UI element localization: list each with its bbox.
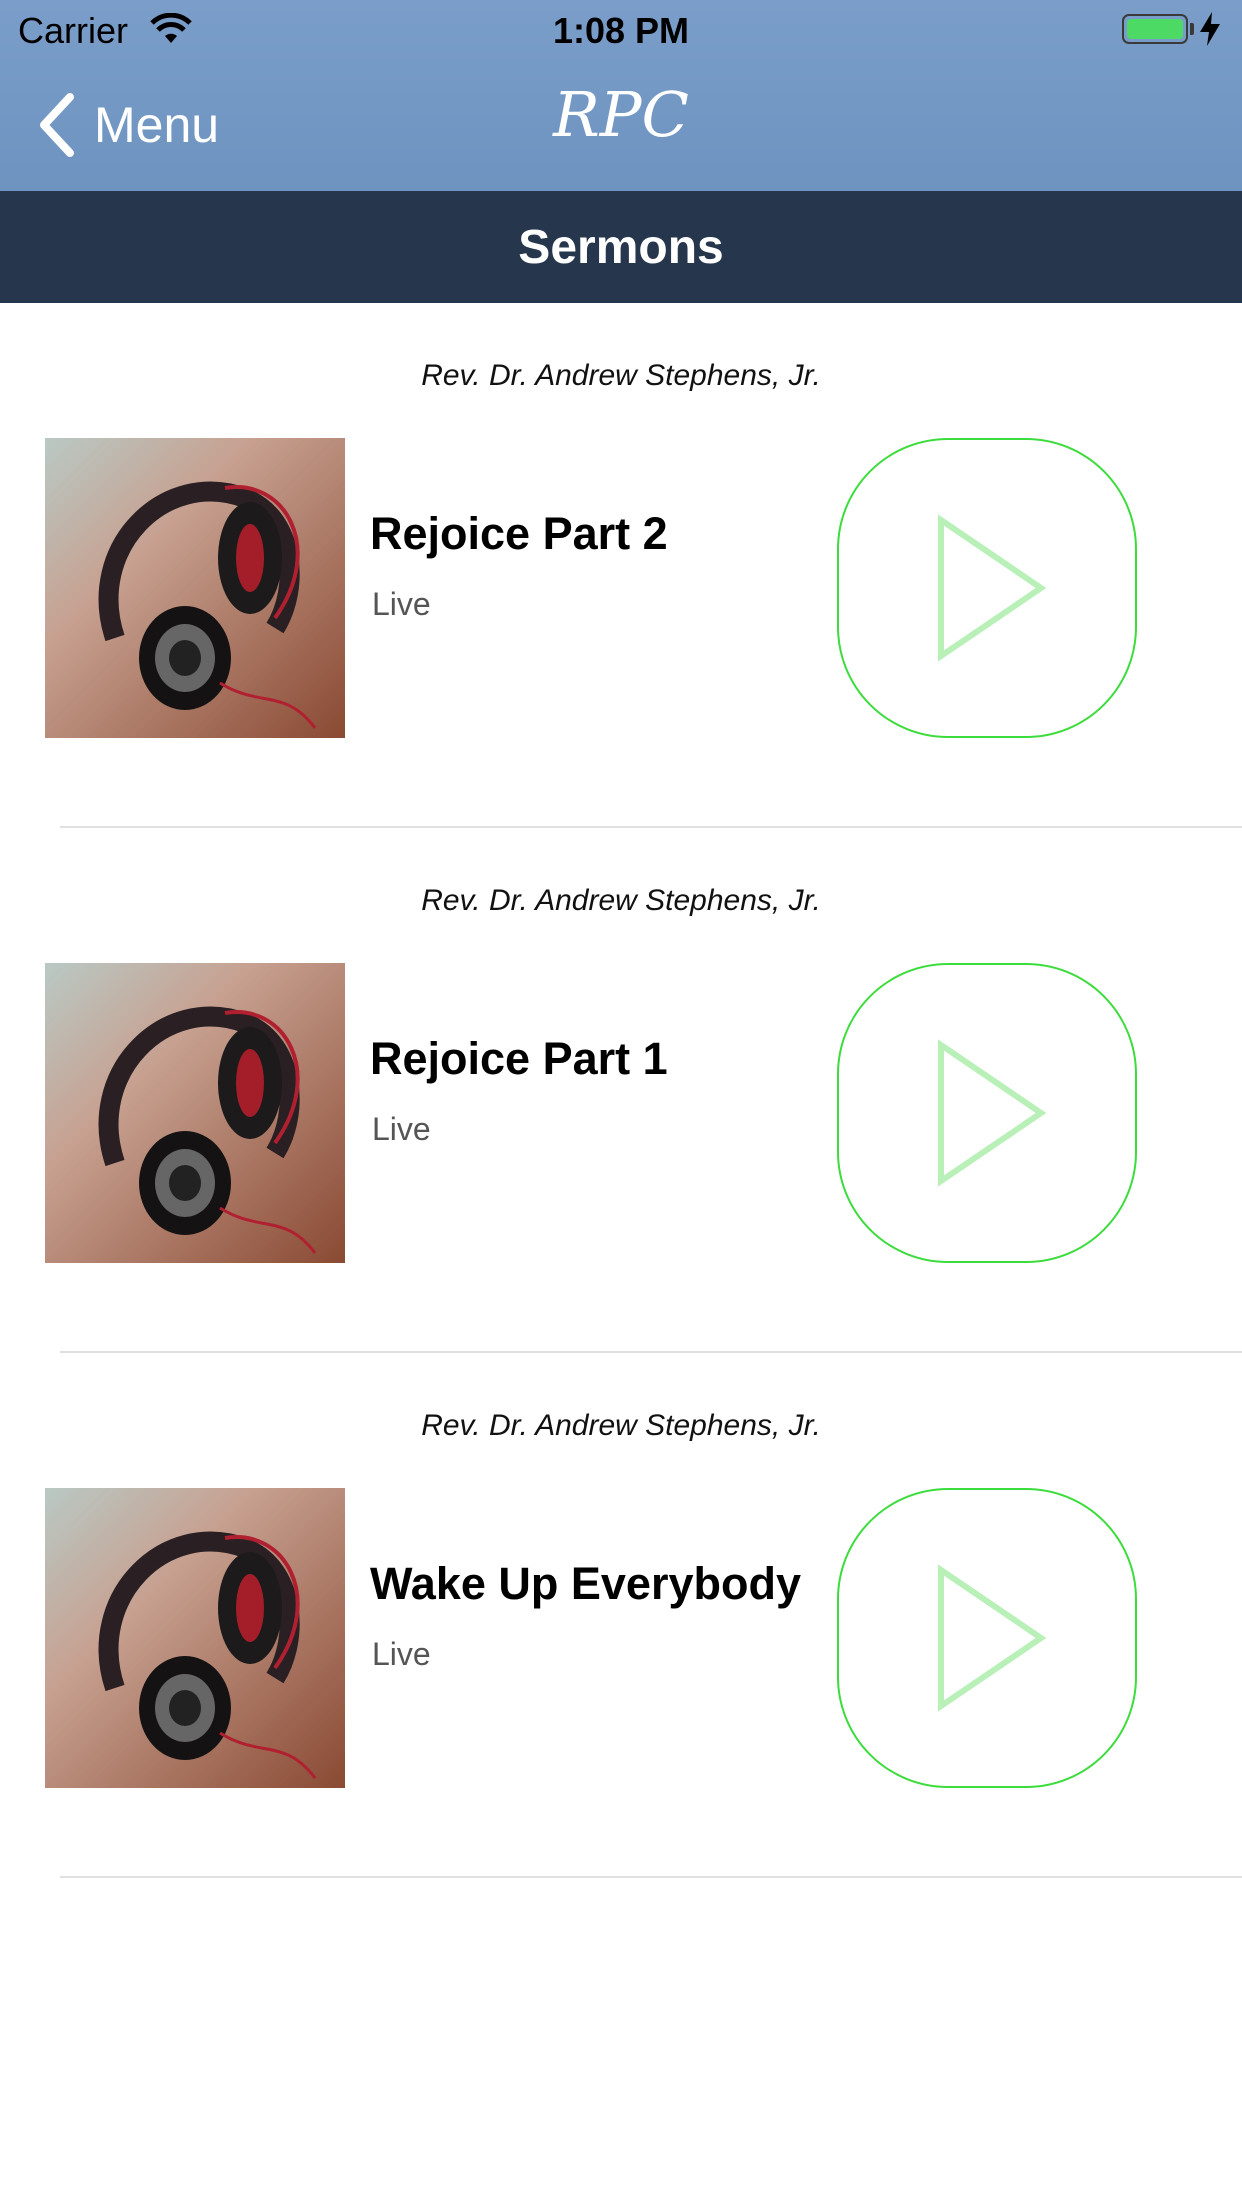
status-time: 1:08 PM (552, 10, 690, 51)
sermon-speaker: Rev. Dr. Andrew Stephens, Jr. (421, 884, 821, 917)
sermon-row[interactable]: Rev. Dr. Andrew Stephens, Jr. Rejoice Pa… (0, 303, 1242, 828)
app-logo: RPC (0, 80, 1242, 155)
play-button[interactable] (837, 963, 1137, 1263)
headphones-thumbnail (45, 438, 345, 738)
app-logo-text: RPC (552, 80, 689, 150)
sermon-subtitle: Live (372, 1111, 431, 1147)
sermon-title: Wake Up Everybody (370, 1558, 801, 1609)
sermon-subtitle: Live (372, 586, 431, 622)
play-icon (837, 1488, 1137, 1788)
headphones-thumbnail (45, 963, 345, 1263)
sermon-row[interactable]: Rev. Dr. Andrew Stephens, Jr. Rejoice Pa… (0, 828, 1242, 1353)
sermon-speaker: Rev. Dr. Andrew Stephens, Jr. (421, 1409, 821, 1442)
battery-tip-icon (1190, 23, 1194, 35)
navigation-header: Carrier 1:08 PM Menu RPC (0, 0, 1242, 191)
headphones-thumbnail (45, 1488, 345, 1788)
play-button[interactable] (837, 1488, 1137, 1788)
play-button[interactable] (837, 438, 1137, 738)
status-bar: Carrier 1:08 PM (0, 0, 1242, 60)
sermon-title: Rejoice Part 1 (370, 1033, 668, 1084)
play-icon (837, 438, 1137, 738)
sermon-list: Rev. Dr. Andrew Stephens, Jr. Rejoice Pa… (0, 303, 1242, 1878)
battery-level (1127, 19, 1183, 39)
section-title-bar: Sermons (0, 191, 1242, 303)
sermon-row[interactable]: Rev. Dr. Andrew Stephens, Jr. Wake Up Ev… (0, 1353, 1242, 1878)
section-title: Sermons (518, 220, 724, 274)
sermon-title: Rejoice Part 2 (370, 508, 668, 559)
sermon-subtitle: Live (372, 1636, 431, 1672)
row-divider (60, 1876, 1242, 1878)
battery-icon (1122, 14, 1188, 44)
charging-bolt-icon (1200, 12, 1220, 55)
sermon-speaker: Rev. Dr. Andrew Stephens, Jr. (421, 359, 821, 392)
play-icon (837, 963, 1137, 1263)
